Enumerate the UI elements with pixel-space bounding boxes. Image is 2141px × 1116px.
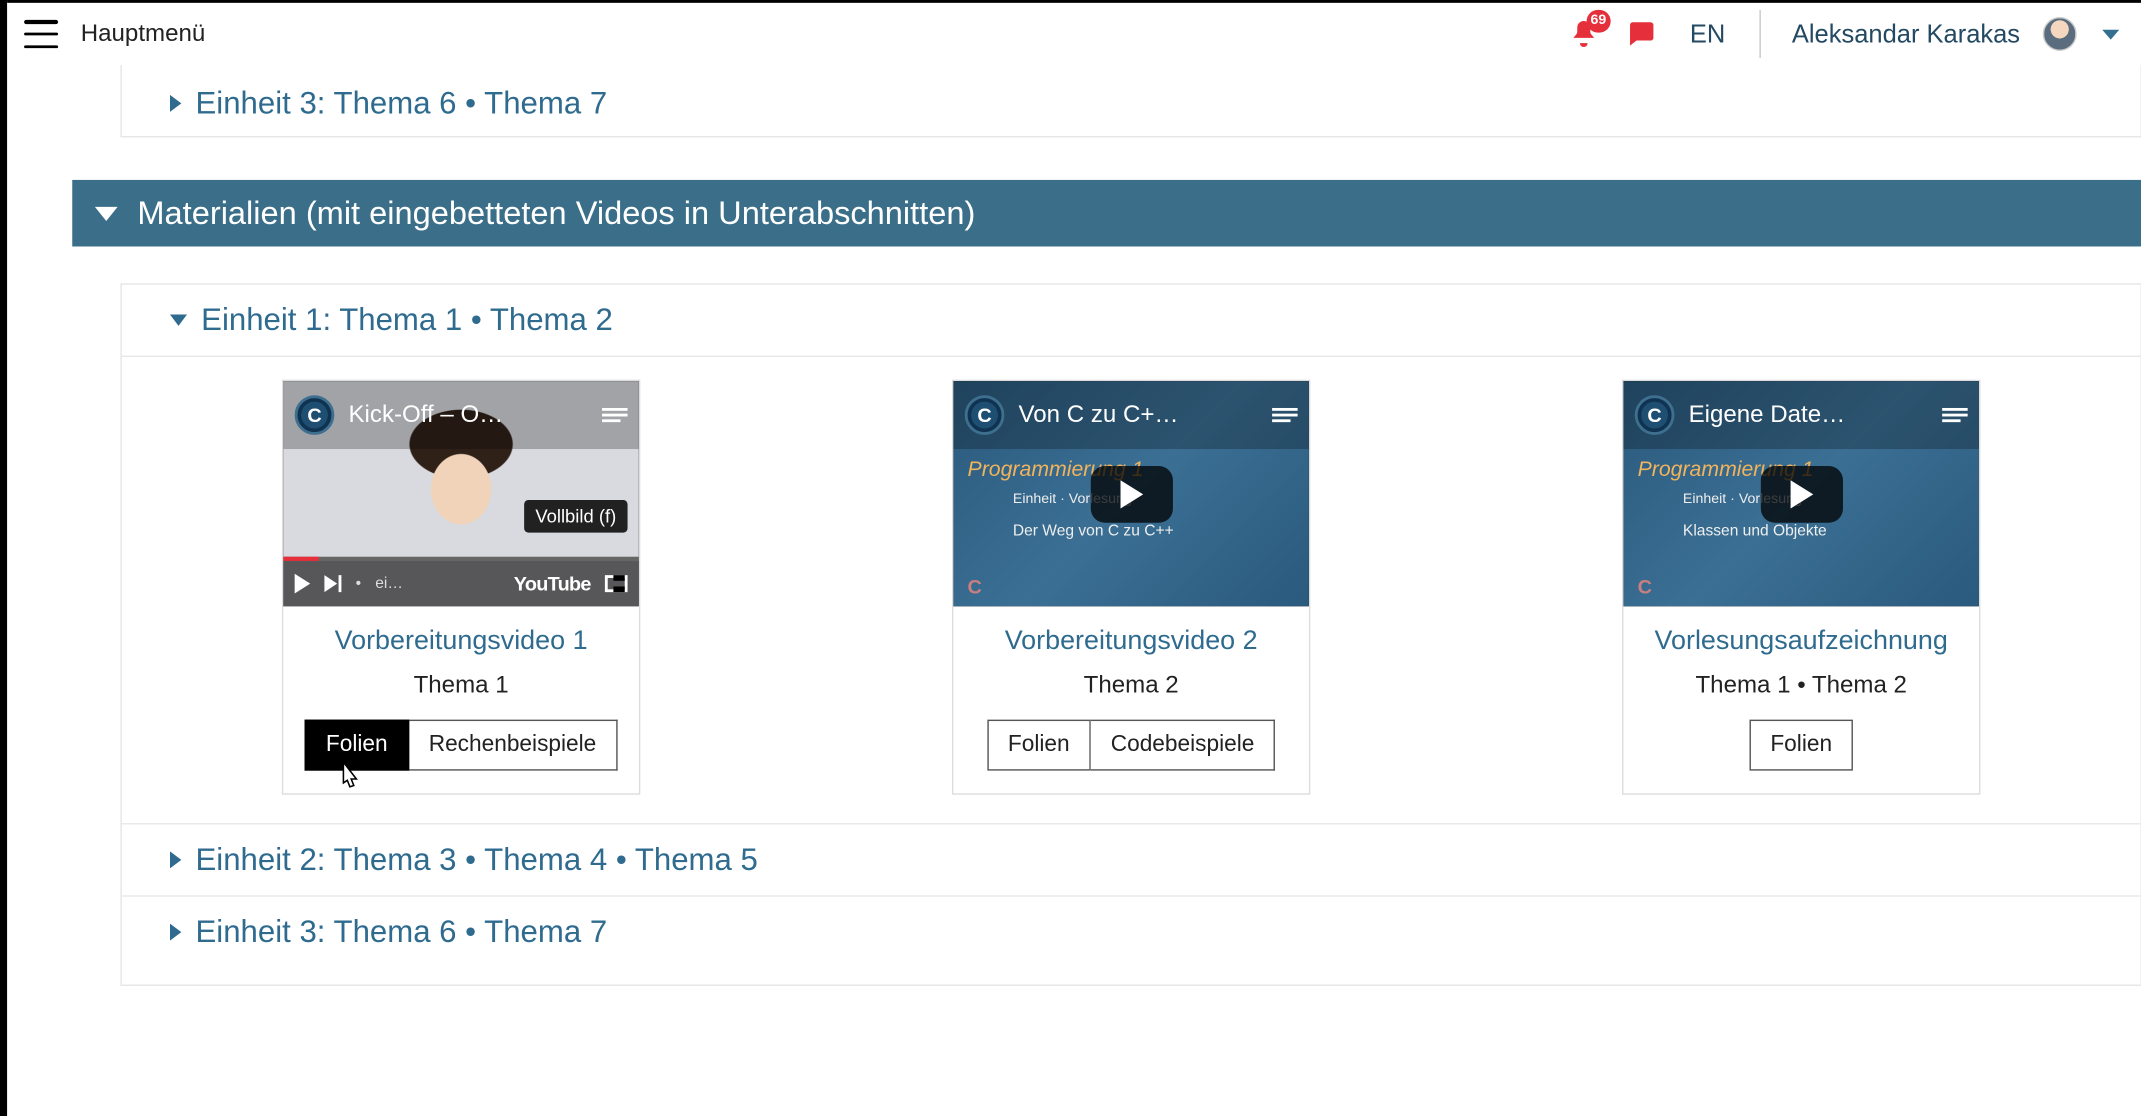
card3-subtitle: Thema 1 • Thema 2 <box>1623 663 1979 720</box>
collapse-triangle-icon <box>95 206 118 220</box>
slide-corner-2: C <box>968 575 982 598</box>
unit2-label: Einheit 2: Thema 3 • Thema 4 • Thema 5 <box>195 841 757 878</box>
video-cards-row: Kick-Off – O… Vollbild (f) • ei… YouTube <box>122 357 2141 823</box>
unit3-toggle[interactable]: Einheit 3: Thema 6 • Thema 7 <box>122 897 2141 968</box>
card3-title[interactable]: Vorlesungsaufzeichnung <box>1623 606 1979 663</box>
channel-logo-icon <box>965 395 1005 435</box>
user-menu-caret-icon[interactable] <box>2102 29 2119 39</box>
materials-section-header[interactable]: Materialien (mit eingebetteten Videos in… <box>72 180 2141 247</box>
play-icon[interactable] <box>295 574 311 594</box>
chat-icon[interactable] <box>1625 18 1656 49</box>
youtube-logo[interactable]: YouTube <box>514 572 591 595</box>
video-thumb-3[interactable]: Programmierung 1 Einheit · Vorlesung Kla… <box>1623 381 1979 606</box>
slide-sub-3: Klassen und Objekte <box>1683 523 1827 540</box>
divider <box>1759 10 1760 58</box>
youtube-controls: • ei… YouTube <box>283 561 639 606</box>
card2-codebeispiele-button[interactable]: Codebeispiele <box>1091 720 1276 771</box>
hamburger-icon[interactable] <box>24 20 58 48</box>
play-overlay-icon[interactable] <box>1760 465 1842 522</box>
unit2-toggle[interactable]: Einheit 2: Thema 3 • Thema 4 • Thema 5 <box>122 824 2141 895</box>
card1-folien-button[interactable]: Folien <box>305 720 409 771</box>
top-bar: Hauptmenü 69 EN Aleksandar Karakas <box>7 3 2141 65</box>
notification-count-badge: 69 <box>1586 10 1610 33</box>
play-overlay-icon[interactable] <box>1090 465 1172 522</box>
video-card-1: Kick-Off – O… Vollbild (f) • ei… YouTube <box>282 380 640 795</box>
materials-section-body: Einheit 1: Thema 1 • Thema 2 Kick-Off – … <box>120 283 2141 986</box>
channel-logo-icon <box>295 395 335 435</box>
card1-title[interactable]: Vorbereitungsvideo 1 <box>283 606 639 663</box>
fullscreen-icon[interactable] <box>605 575 628 592</box>
chevron-down-icon <box>170 314 187 325</box>
fullscreen-tooltip: Vollbild (f) <box>524 500 628 533</box>
playlist-icon[interactable] <box>1272 405 1297 425</box>
playlist-icon[interactable] <box>602 405 627 425</box>
slide-sub-2: Der Weg von C zu C++ <box>1013 523 1174 540</box>
card2-folien-button[interactable]: Folien <box>987 720 1091 771</box>
video-card-3: Programmierung 1 Einheit · Vorlesung Kla… <box>1622 380 1980 795</box>
next-icon[interactable] <box>324 575 341 592</box>
card3-folien-button[interactable]: Folien <box>1749 720 1853 771</box>
chevron-right-icon <box>170 851 181 868</box>
language-switch[interactable]: EN <box>1690 19 1725 49</box>
main-menu-label[interactable]: Hauptmenü <box>81 20 206 48</box>
previous-section-card: Einheit 3: Thema 6 • Thema 7 <box>120 65 2141 137</box>
unit3-toggle-prev[interactable]: Einheit 3: Thema 6 • Thema 7 <box>122 76 2141 135</box>
chevron-right-icon <box>170 924 181 941</box>
notification-bell-icon[interactable]: 69 <box>1568 18 1599 49</box>
yt-title-2: Von C zu C+… <box>1019 401 1258 429</box>
slide-corner-3: C <box>1638 575 1652 598</box>
card2-title[interactable]: Vorbereitungsvideo 2 <box>953 606 1309 663</box>
video-card-2: Programmierung 1 Einheit · Vorlesung Der… <box>952 380 1310 795</box>
materials-section-title: Materialien (mit eingebetteten Videos in… <box>137 194 975 232</box>
video-thumb-2[interactable]: Programmierung 1 Einheit · Vorlesung Der… <box>953 381 1309 606</box>
time-label: ei… <box>375 575 403 592</box>
unit1-toggle[interactable]: Einheit 1: Thema 1 • Thema 2 <box>122 285 2141 356</box>
chevron-right-icon <box>170 95 181 112</box>
channel-logo-icon <box>1635 395 1675 435</box>
card1-rechenbeispiele-button[interactable]: Rechenbeispiele <box>409 720 618 771</box>
user-avatar[interactable] <box>2043 17 2077 51</box>
yt-title-1: Kick-Off – O… <box>348 401 587 429</box>
card1-subtitle: Thema 1 <box>283 663 639 720</box>
unit3-label-prev: Einheit 3: Thema 6 • Thema 7 <box>195 85 607 122</box>
user-name[interactable]: Aleksandar Karakas <box>1792 19 2020 49</box>
unit1-label: Einheit 1: Thema 1 • Thema 2 <box>201 302 613 339</box>
unit3-label: Einheit 3: Thema 6 • Thema 7 <box>195 914 607 951</box>
playlist-icon[interactable] <box>1942 405 1967 425</box>
card2-subtitle: Thema 2 <box>953 663 1309 720</box>
video-thumb-1[interactable]: Kick-Off – O… Vollbild (f) • ei… YouTube <box>283 381 639 606</box>
yt-title-3: Eigene Date… <box>1689 401 1928 429</box>
